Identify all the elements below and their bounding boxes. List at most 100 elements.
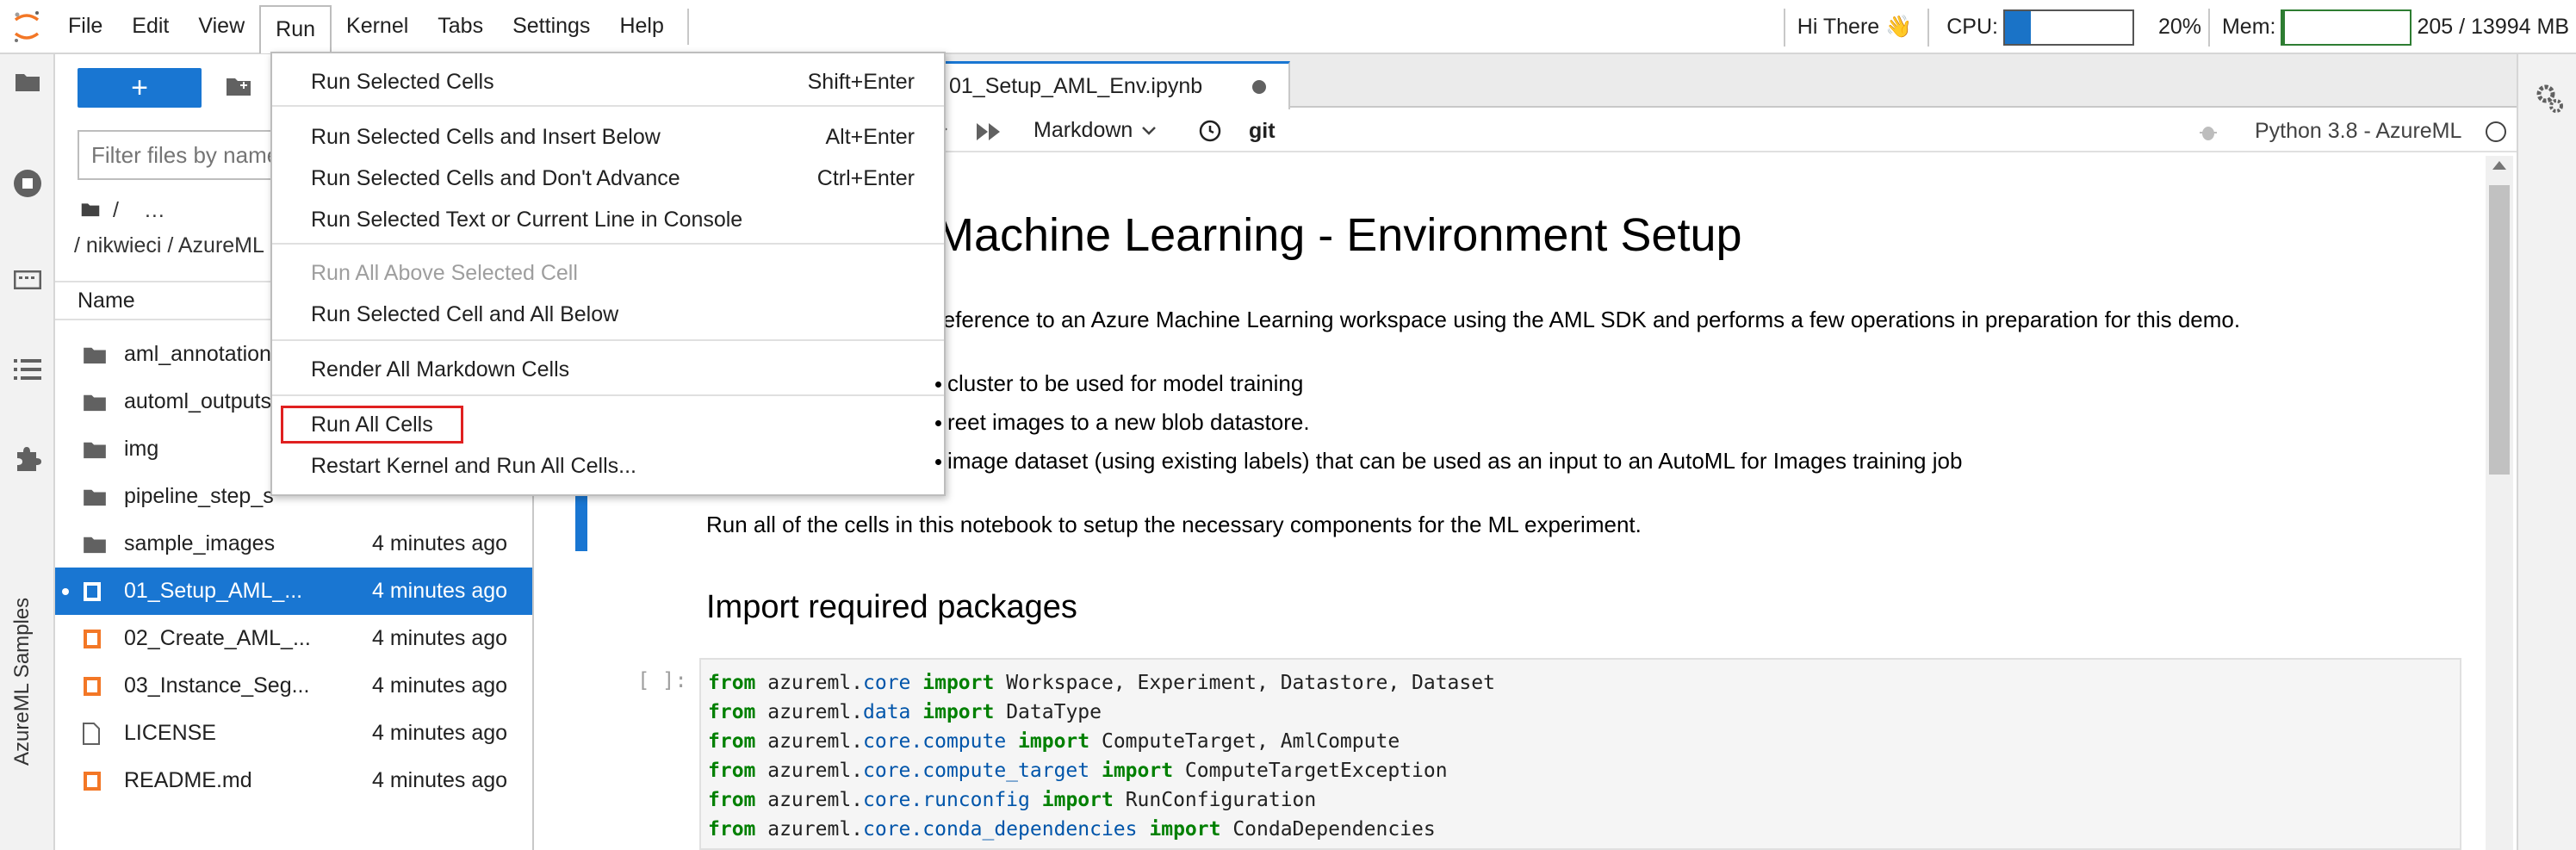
file-row[interactable]: 01_Setup_AML_... 4 minutes ago: [55, 568, 532, 615]
notebook-icon: [83, 581, 117, 602]
debugger-bug-icon[interactable]: [2198, 121, 2219, 148]
code-imports: RunConfiguration: [1113, 789, 1317, 811]
cell-execution-prompt: [ ]:: [637, 668, 687, 692]
file-name: 03_Instance_Seg...: [124, 673, 310, 698]
file-name: sample_images: [124, 531, 276, 555]
bullet-dot: [935, 420, 941, 426]
breadcrumb-path[interactable]: / nikwieci / AzureML: [74, 233, 264, 258]
run-menu-item[interactable]: Render All Markdown Cells: [272, 350, 944, 389]
code-imports: ComputeTargetException: [1173, 760, 1448, 782]
code-keyword: import: [922, 672, 995, 694]
tab-title: 01_Setup_AML_Env.ipynb: [949, 74, 1203, 98]
bullet-item: reet images to a new blob datastore.: [947, 409, 1310, 435]
unsaved-dot-icon[interactable]: [1252, 79, 1266, 94]
code-keyword: from: [708, 730, 756, 753]
menu-tabs[interactable]: Tabs: [423, 3, 498, 49]
run-menu-item-label: Run Selected Cell and All Below: [311, 302, 619, 326]
run-menu-item-label: Run Selected Text or Current Line in Con…: [311, 208, 743, 232]
code-keyword: from: [708, 672, 756, 694]
tab-notebook[interactable]: 01_Setup_AML_Env.ipynb: [915, 61, 1290, 109]
notebook-title-heading: Machine Learning - Environment Setup: [935, 209, 1742, 261]
intro-paragraph: reference to an Azure Machine Learning w…: [935, 307, 2241, 332]
azureml-samples-label[interactable]: AzureML Samples: [10, 598, 34, 766]
file-row[interactable]: README.md 4 minutes ago: [55, 757, 532, 804]
folder-icon: [83, 440, 117, 459]
file-row[interactable]: 02_Create_AML_... 4 minutes ago: [55, 615, 532, 662]
breadcrumb-root[interactable]: / …: [81, 198, 165, 223]
extension-puzzle-icon[interactable]: [12, 444, 43, 475]
menu-kernel[interactable]: Kernel: [332, 3, 423, 49]
right-sidebar-rail: [2517, 54, 2576, 850]
run-menu-separator: [272, 394, 944, 396]
scrollbar-thumb[interactable]: [2489, 185, 2510, 475]
git-button[interactable]: git: [1249, 119, 1276, 144]
code-imports: DataType: [994, 701, 1102, 723]
run-menu-shortcut: Shift+Enter: [807, 70, 915, 94]
jupyter-logo-icon[interactable]: [0, 0, 53, 53]
folder-icon[interactable]: [12, 66, 43, 97]
code-line: from azureml.core import Workspace, Expe…: [708, 668, 2453, 698]
cpu-meter: [2002, 9, 2134, 46]
file-row[interactable]: sample_images 4 minutes ago: [55, 520, 532, 568]
table-of-contents-icon[interactable]: [12, 354, 43, 385]
commands-icon[interactable]: [12, 264, 43, 295]
file-row[interactable]: LICENSE 4 minutes ago: [55, 710, 532, 757]
run-menu-dropdown: Run Selected Cells Shift+Enter Run Selecte…: [270, 52, 946, 496]
menu-settings[interactable]: Settings: [498, 3, 605, 49]
run-all-instruction: Run all of the cells in this notebook to…: [706, 512, 1642, 537]
code-cell-editor[interactable]: from azureml.core import Workspace, Expe…: [699, 658, 2461, 850]
clock-icon[interactable]: [1199, 120, 1221, 148]
mem-value: 205 / 13994 MB: [2417, 15, 2569, 39]
code-keyword: import: [922, 701, 995, 723]
notebook-icon: [83, 676, 117, 697]
fast-forward-icon[interactable]: [977, 121, 1001, 146]
mem-label: Mem:: [2221, 15, 2276, 39]
run-menu-item[interactable]: Run Selected Cells and Don't Advance Ctrl…: [272, 158, 944, 198]
run-menu-item-label: Restart Kernel and Run All Cells...: [311, 454, 636, 478]
run-menu-item[interactable]: Run Selected Text or Current Line in Con…: [272, 200, 944, 239]
new-folder-icon[interactable]: [226, 76, 251, 101]
file-name: 01_Setup_AML_...: [124, 579, 303, 603]
menu-file[interactable]: File: [53, 3, 117, 49]
run-menu-item[interactable]: Run Selected Cell and All Below: [272, 295, 944, 334]
menu-help[interactable]: Help: [605, 3, 678, 49]
code-keyword: from: [708, 789, 756, 811]
code-line: from azureml.core.compute_target import …: [708, 756, 2453, 785]
run-menu-separator: [272, 105, 944, 107]
menu-edit[interactable]: Edit: [117, 3, 183, 49]
kernel-name[interactable]: Python 3.8 - AzureML: [2255, 119, 2461, 144]
notebook-scrollbar[interactable]: [2486, 156, 2513, 850]
menu-view[interactable]: View: [183, 3, 259, 49]
bullet-dot: [935, 382, 941, 388]
code-line: from azureml.data import DataType: [708, 698, 2453, 727]
code-submodule: core.compute: [863, 730, 1007, 753]
run-menu-item[interactable]: Run Selected Cells and Insert Below Alt+E…: [272, 117, 944, 157]
breadcrumb-folder-icon[interactable]: [81, 198, 100, 222]
folder-icon: [83, 345, 117, 364]
property-inspector-gears-icon[interactable]: [2536, 84, 2565, 119]
notebook-icon: [83, 629, 117, 649]
scroll-up-arrow-icon[interactable]: [2492, 161, 2506, 170]
code-module: azureml.: [755, 672, 864, 694]
file-row[interactable]: 03_Instance_Seg... 4 minutes ago: [55, 662, 532, 710]
folder-icon: [83, 487, 117, 506]
menu-run[interactable]: Run: [259, 4, 332, 53]
run-menu-item[interactable]: Run Selected Cells Shift+Enter: [272, 62, 944, 102]
menu-divider: [686, 8, 689, 45]
mem-meter-fill: [2282, 10, 2285, 44]
run-menu-item[interactable]: Restart Kernel and Run All Cells...: [272, 446, 944, 486]
mem-meter: [2281, 9, 2412, 46]
cell-type-value: Markdown: [1034, 118, 1133, 142]
breadcrumb-ellipsis[interactable]: …: [144, 198, 165, 222]
file-icon: [83, 722, 117, 745]
running-kernels-icon[interactable]: [12, 168, 43, 199]
run-menu-item: Run All Above Selected Cell: [272, 253, 944, 293]
file-modified: 4 minutes ago: [372, 579, 508, 603]
new-launcher-button[interactable]: +: [78, 68, 202, 108]
bullet-item: cluster to be used for model training: [947, 370, 1304, 396]
code-module: azureml.: [755, 789, 864, 811]
cell-type-select[interactable]: Markdown: [1034, 118, 1157, 143]
